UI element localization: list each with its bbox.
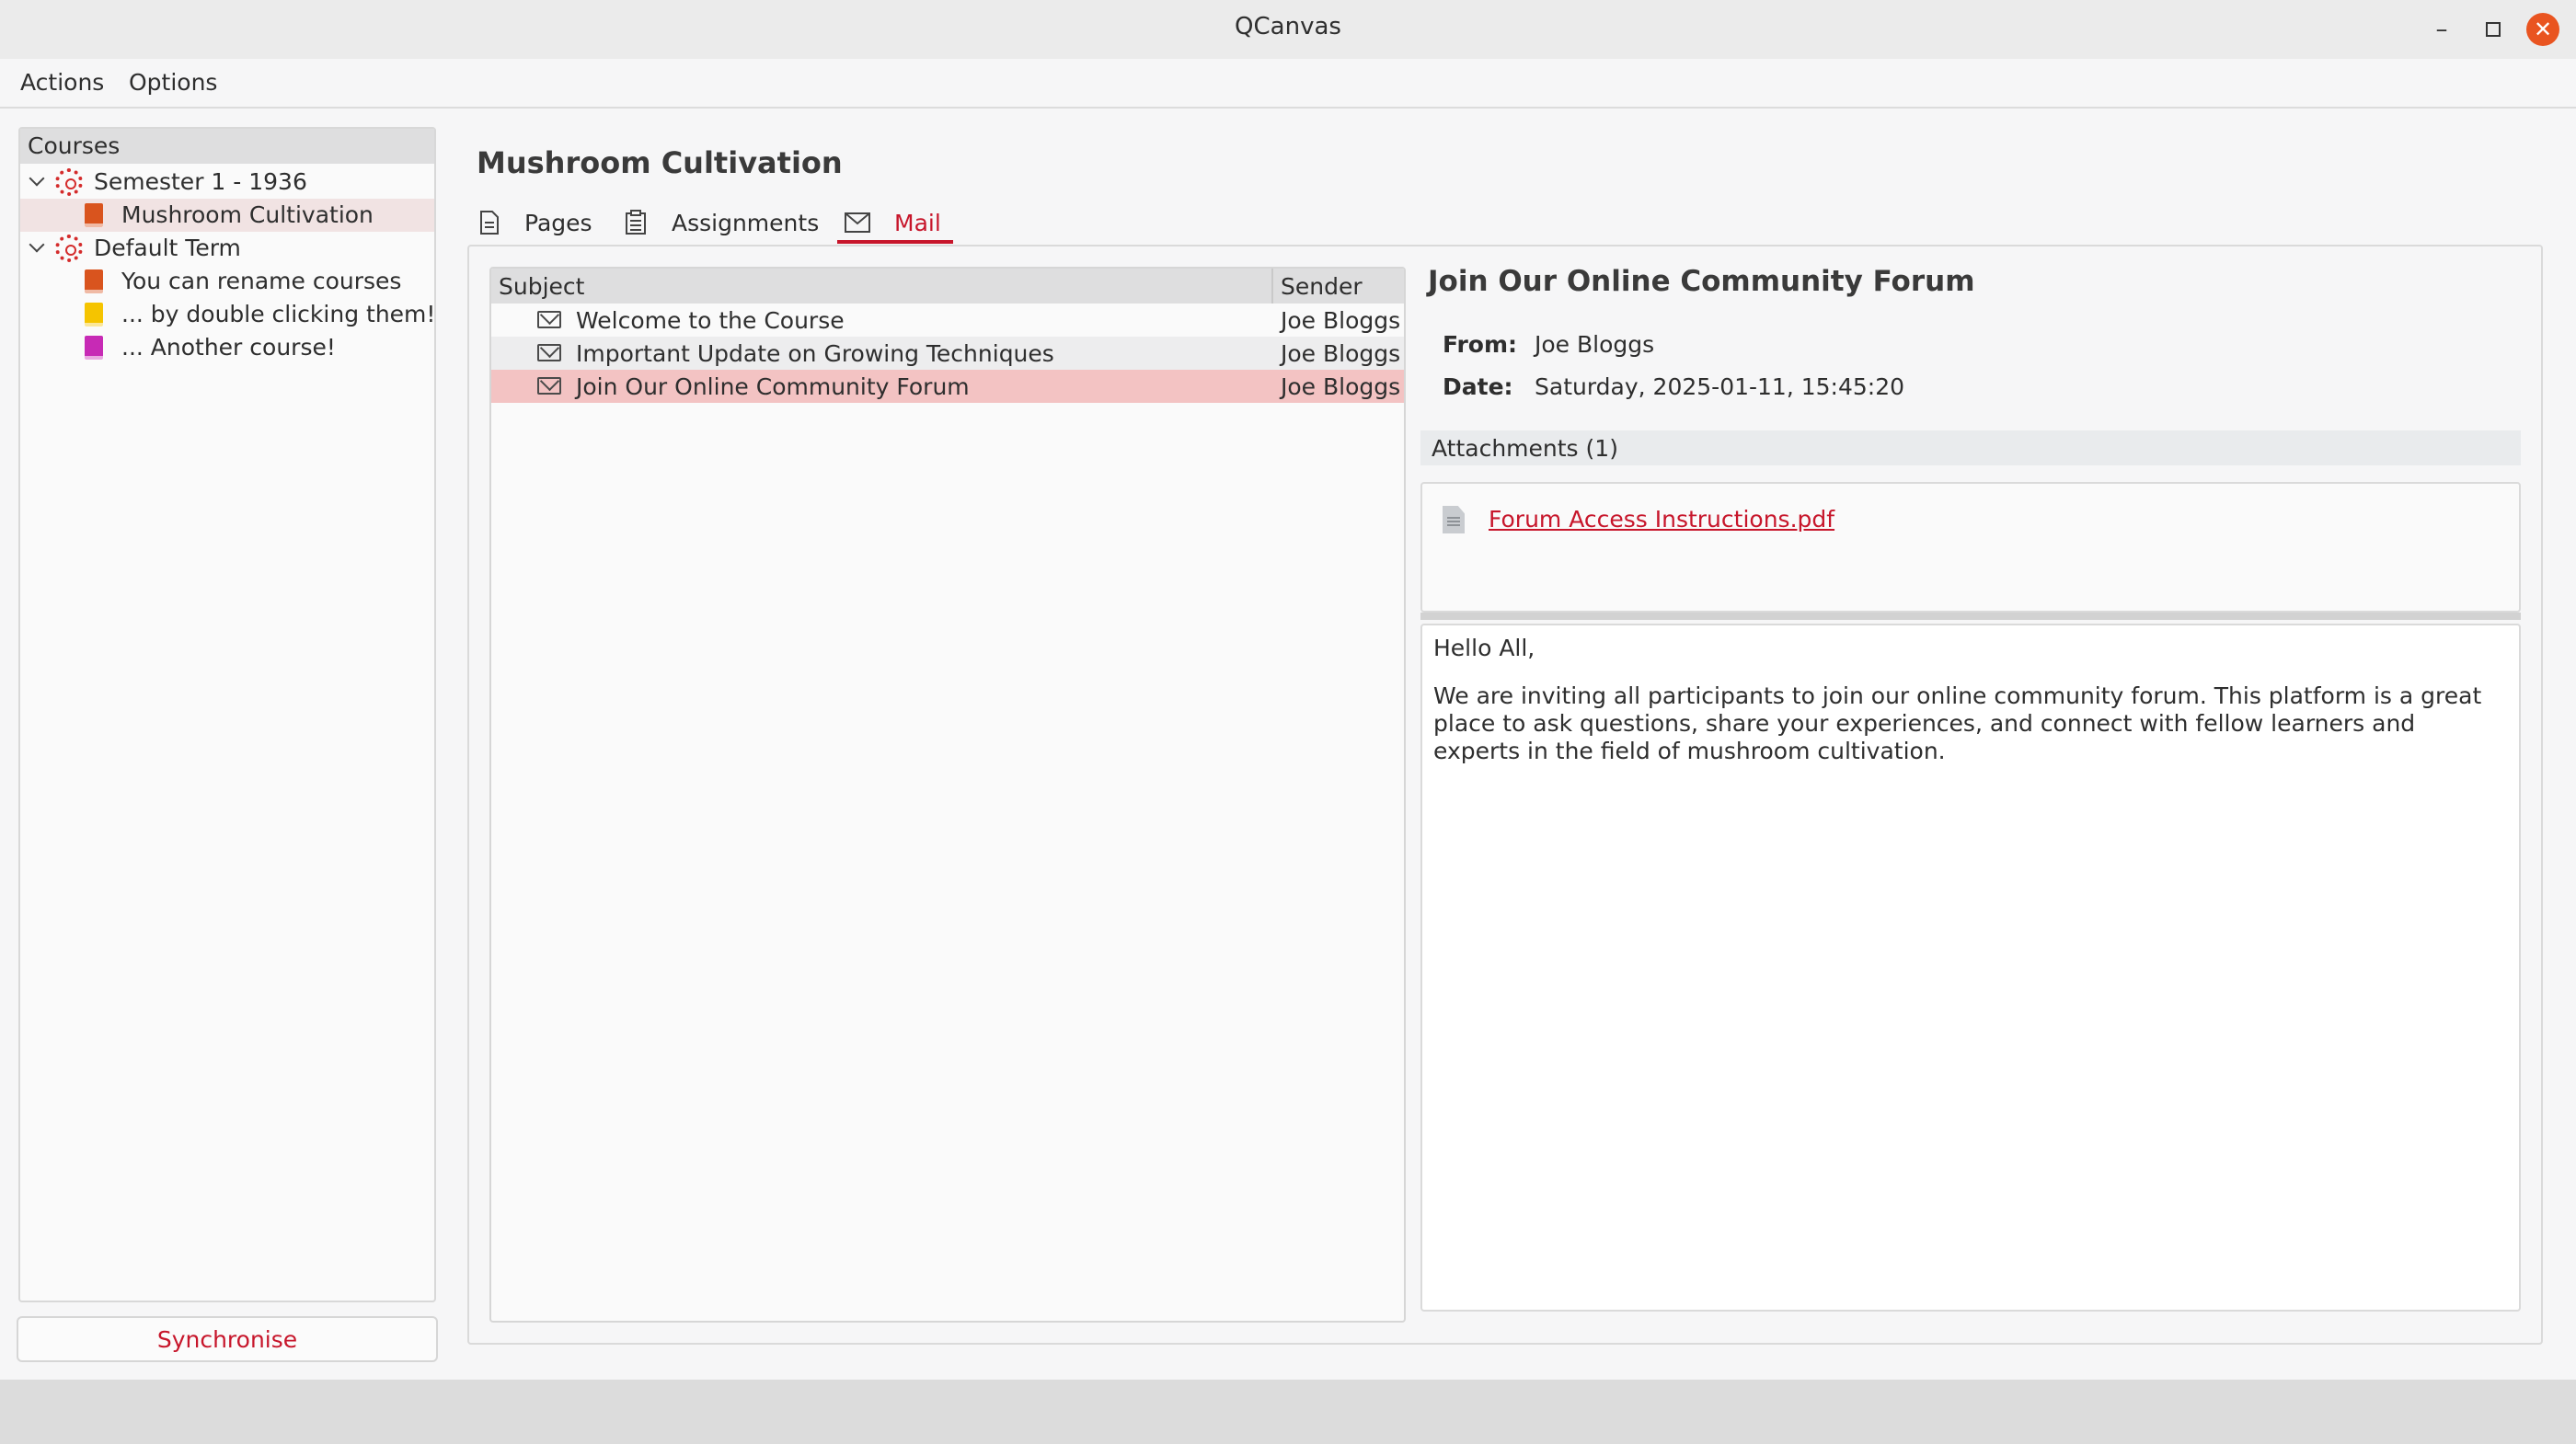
- book-icon: [85, 336, 103, 360]
- chevron-down-icon[interactable]: [28, 172, 46, 190]
- from-label: From:: [1443, 331, 1518, 358]
- menu-actions[interactable]: Actions: [20, 69, 104, 96]
- tab-assignments[interactable]: Assignments: [624, 202, 819, 243]
- page-icon: [480, 211, 499, 235]
- close-icon: ✕: [2533, 17, 2553, 42]
- minimize-button[interactable]: –: [2425, 13, 2458, 46]
- book-icon: [85, 303, 103, 327]
- mail-row[interactable]: Welcome to the Course Joe Bloggs: [491, 304, 1404, 337]
- column-subject[interactable]: Subject: [499, 273, 584, 300]
- tree-course-double-click[interactable]: ... by double clicking them!: [20, 298, 436, 331]
- course-label: ... by double clicking them!: [121, 301, 436, 327]
- mail-row-sender: Joe Bloggs: [1281, 373, 1401, 400]
- mail-icon: [845, 212, 870, 233]
- mail-body[interactable]: Hello All, We are inviting all participa…: [1420, 624, 2521, 1312]
- mail-row[interactable]: Important Update on Growing Techniques J…: [491, 337, 1404, 370]
- synchronise-button[interactable]: Synchronise: [17, 1316, 438, 1362]
- mail-body-greeting: Hello All,: [1433, 635, 1535, 661]
- course-label: You can rename courses: [121, 268, 402, 294]
- tree-course-another[interactable]: ... Another course!: [20, 331, 434, 364]
- tree-term-default[interactable]: Default Term: [20, 232, 434, 265]
- splitter-handle[interactable]: [1420, 613, 2521, 620]
- envelope-icon: [537, 344, 561, 361]
- tab-pages[interactable]: Pages: [478, 202, 592, 243]
- mail-row-sender: Joe Bloggs: [1281, 340, 1401, 367]
- attachments-list[interactable]: Forum Access Instructions.pdf: [1420, 482, 2521, 613]
- tab-mail-label: Mail: [894, 209, 941, 236]
- mail-list-header: Subject Sender: [491, 269, 1404, 304]
- attachment-link[interactable]: Forum Access Instructions.pdf: [1489, 506, 1834, 533]
- tree-course-mushroom[interactable]: Mushroom Cultivation: [20, 199, 434, 232]
- status-bar: [0, 1380, 2576, 1444]
- attachments-header[interactable]: Attachments (1): [1420, 430, 2521, 465]
- book-icon: [85, 269, 103, 293]
- book-icon: [85, 203, 103, 227]
- date-value: Saturday, 2025-01-11, 15:45:20: [1535, 373, 1905, 400]
- tab-pages-label: Pages: [524, 209, 592, 236]
- menu-bar: Actions Options: [0, 59, 2576, 109]
- column-separator[interactable]: [1271, 269, 1273, 304]
- course-label: Mushroom Cultivation: [121, 201, 374, 228]
- mail-row-subject: Join Our Online Community Forum: [576, 373, 970, 400]
- menu-options[interactable]: Options: [129, 69, 217, 96]
- tab-mail[interactable]: Mail: [845, 202, 941, 243]
- minimize-icon: –: [2435, 16, 2448, 43]
- mail-list[interactable]: Subject Sender Welcome to the Course Joe…: [489, 267, 1406, 1323]
- mail-body-text: We are inviting all participants to join…: [1433, 682, 2482, 764]
- mail-row-subject: Welcome to the Course: [576, 307, 845, 334]
- term-label: Default Term: [94, 235, 241, 261]
- term-icon: [55, 235, 83, 262]
- from-value: Joe Bloggs: [1535, 331, 1655, 358]
- envelope-icon: [537, 377, 561, 395]
- date-label: Date:: [1443, 373, 1513, 400]
- chevron-down-icon[interactable]: [28, 238, 46, 257]
- column-sender[interactable]: Sender: [1281, 273, 1363, 300]
- term-icon: [55, 168, 83, 196]
- tab-assignments-label: Assignments: [672, 209, 820, 236]
- tree-term-semester[interactable]: Semester 1 - 1936: [20, 166, 434, 199]
- tab-active-indicator: [837, 240, 953, 244]
- envelope-icon: [537, 311, 561, 328]
- tree-course-rename[interactable]: You can rename courses: [20, 265, 434, 298]
- term-label: Semester 1 - 1936: [94, 168, 307, 195]
- maximize-icon: [2486, 22, 2501, 37]
- close-button[interactable]: ✕: [2526, 13, 2559, 46]
- courses-header: Courses: [20, 129, 434, 164]
- course-title: Mushroom Cultivation: [477, 145, 843, 180]
- mail-row-subject: Important Update on Growing Techniques: [576, 340, 1054, 367]
- maximize-button[interactable]: [2477, 13, 2510, 46]
- clipboard-icon: [626, 210, 646, 235]
- mail-subject: Join Our Online Community Forum: [1428, 265, 1975, 298]
- mail-row-selected[interactable]: Join Our Online Community Forum Joe Blog…: [491, 370, 1404, 403]
- courses-tree[interactable]: Courses Semester 1 - 1936 Mushroom Culti…: [18, 127, 436, 1302]
- mail-row-sender: Joe Bloggs: [1281, 307, 1401, 334]
- course-label: ... Another course!: [121, 334, 336, 361]
- window-title: QCanvas: [1235, 13, 1341, 40]
- file-icon: [1443, 506, 1465, 533]
- title-bar: QCanvas – ✕: [0, 0, 2576, 59]
